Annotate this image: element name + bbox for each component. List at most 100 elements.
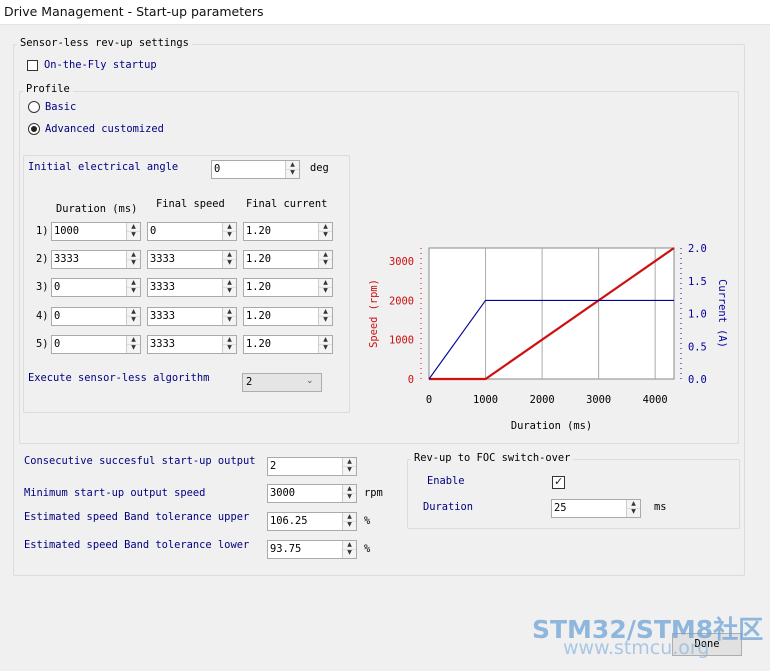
min-speed-stepper[interactable]: ▲ ▼ [342,485,356,502]
x-tick-label: 0 [426,394,432,406]
basic-label[interactable]: Basic [45,101,76,113]
consecutive-stepper[interactable]: ▲ ▼ [342,458,356,475]
switchover-enable-label: Enable [427,475,465,487]
duration-value: 3333 [54,253,80,265]
initial-angle-field[interactable]: 0 ▲ ▼ [211,160,300,179]
duration-field[interactable]: 0 ▲ ▼ [51,278,141,297]
consecutive-value: 2 [270,460,277,472]
current-stepper[interactable]: ▲ ▼ [318,336,332,353]
speed-field[interactable]: 0 ▲ ▼ [147,222,237,241]
y2-tick-label: 1.0 [688,309,707,321]
switchover-group [407,459,740,529]
row-index: 4) [36,310,49,322]
band-lower-field[interactable]: 93.75 ▲ ▼ [267,540,357,559]
band-upper-label: Estimated speed Band tolerance upper [24,511,250,523]
current-value: 1.20 [246,253,272,265]
plot-area [428,247,675,380]
y2-tick-label: 1.5 [688,276,707,288]
current-field[interactable]: 1.20 ▲ ▼ [243,222,333,241]
execute-algorithm-value: 2 [246,376,253,388]
switchover-duration-stepper[interactable]: ▲ ▼ [626,500,640,517]
current-stepper[interactable]: ▲ ▼ [318,308,332,325]
speed-stepper[interactable]: ▲ ▼ [222,336,236,353]
y2-tick-label: 0.0 [688,374,707,386]
switchover-enable-checkbox[interactable]: ✓ [552,475,565,489]
min-speed-field[interactable]: 3000 ▲ ▼ [267,484,357,503]
window-title: Drive Management - Start-up parameters [4,4,264,19]
on-the-fly-label[interactable]: On-the-Fly startup [44,59,157,71]
execute-algorithm-label: Execute sensor-less algorithm [28,372,210,384]
duration-value: 0 [54,338,61,350]
row-index: 1) [36,225,49,237]
duration-stepper[interactable]: ▲ ▼ [126,223,140,240]
duration-field[interactable]: 0 ▲ ▼ [51,335,141,354]
x-tick-label: 1000 [473,394,498,406]
current-value: 1.20 [246,310,272,322]
on-the-fly-checkbox[interactable] [27,60,38,71]
y-axis-label: Speed (rpm) [368,279,380,348]
duration-value: 1000 [54,225,80,237]
speed-stepper[interactable]: ▲ ▼ [222,223,236,240]
band-lower-label: Estimated speed Band tolerance lower [24,539,250,551]
speed-stepper[interactable]: ▲ ▼ [222,308,236,325]
x-axis-label: Duration (ms) [511,420,592,432]
advanced-label[interactable]: Advanced customized [45,123,164,135]
current-stepper[interactable]: ▲ ▼ [318,279,332,296]
speed-value: 3333 [150,253,176,265]
y2-axis-label: Current (A) [716,279,728,348]
initial-angle-label: Initial electrical angle [28,161,179,173]
speed-stepper[interactable]: ▲ ▼ [222,279,236,296]
band-lower-stepper[interactable]: ▲ ▼ [342,541,356,558]
speed-field[interactable]: 3333 ▲ ▼ [147,335,237,354]
current-value: 1.20 [246,225,272,237]
col-header-duration: Duration (ms) [56,203,138,215]
initial-angle-value: 0 [214,163,221,175]
band-upper-unit: % [364,515,371,527]
x-tick-label: 4000 [643,394,668,406]
duration-field[interactable]: 3333 ▲ ▼ [51,250,141,269]
current-field[interactable]: 1.20 ▲ ▼ [243,250,333,269]
speed-field[interactable]: 3333 ▲ ▼ [147,307,237,326]
execute-algorithm-select[interactable]: 2 ⌄ [242,373,322,392]
duration-field[interactable]: 1000 ▲ ▼ [51,222,141,241]
min-speed-label: Minimum start-up output speed [24,487,206,499]
current-field[interactable]: 1.20 ▲ ▼ [243,307,333,326]
advanced-radio[interactable] [28,123,40,135]
duration-field[interactable]: 0 ▲ ▼ [51,307,141,326]
current-field[interactable]: 1.20 ▲ ▼ [243,278,333,297]
duration-stepper[interactable]: ▲ ▼ [126,336,140,353]
col-header-speed: Final speed [156,198,225,210]
current-field[interactable]: 1.20 ▲ ▼ [243,335,333,354]
band-lower-value: 93.75 [270,543,302,555]
y-tick-label: 0 [408,374,414,386]
speed-stepper[interactable]: ▲ ▼ [222,251,236,268]
band-upper-field[interactable]: 106.25 ▲ ▼ [267,512,357,531]
speed-value: 3333 [150,281,176,293]
y-tick-label: 1000 [389,335,414,347]
speed-value: 0 [150,225,157,237]
min-speed-unit: rpm [364,487,383,499]
duration-stepper[interactable]: ▲ ▼ [126,251,140,268]
y-tick-label: 2000 [389,295,414,307]
watermark-url: www.stmcu.org [563,637,710,659]
x-tick-label: 3000 [586,394,611,406]
current-stepper[interactable]: ▲ ▼ [318,223,332,240]
duration-stepper[interactable]: ▲ ▼ [126,308,140,325]
startup-profile-chart: 0 1000 2000 3000 4000 0 1000 2000 3000 0.0 0.5 1.0 1… [368,243,728,432]
initial-angle-stepper[interactable]: ▲ ▼ [285,161,299,178]
band-upper-stepper[interactable]: ▲ ▼ [342,513,356,530]
y2-tick-label: 0.5 [688,341,707,353]
speed-field[interactable]: 3333 ▲ ▼ [147,250,237,269]
band-lower-unit: % [364,543,371,555]
speed-value: 3333 [150,310,176,322]
basic-radio[interactable] [28,101,40,113]
row-index: 3) [36,281,49,293]
sensorless-group-label: Sensor-less rev-up settings [17,37,192,49]
consecutive-field[interactable]: 2 ▲ ▼ [267,457,357,476]
duration-stepper[interactable]: ▲ ▼ [126,279,140,296]
switchover-duration-field[interactable]: 25 ▲ ▼ [551,499,641,518]
speed-field[interactable]: 3333 ▲ ▼ [147,278,237,297]
checkmark-icon: ✓ [554,475,564,488]
current-stepper[interactable]: ▲ ▼ [318,251,332,268]
row-index: 2) [36,253,49,265]
